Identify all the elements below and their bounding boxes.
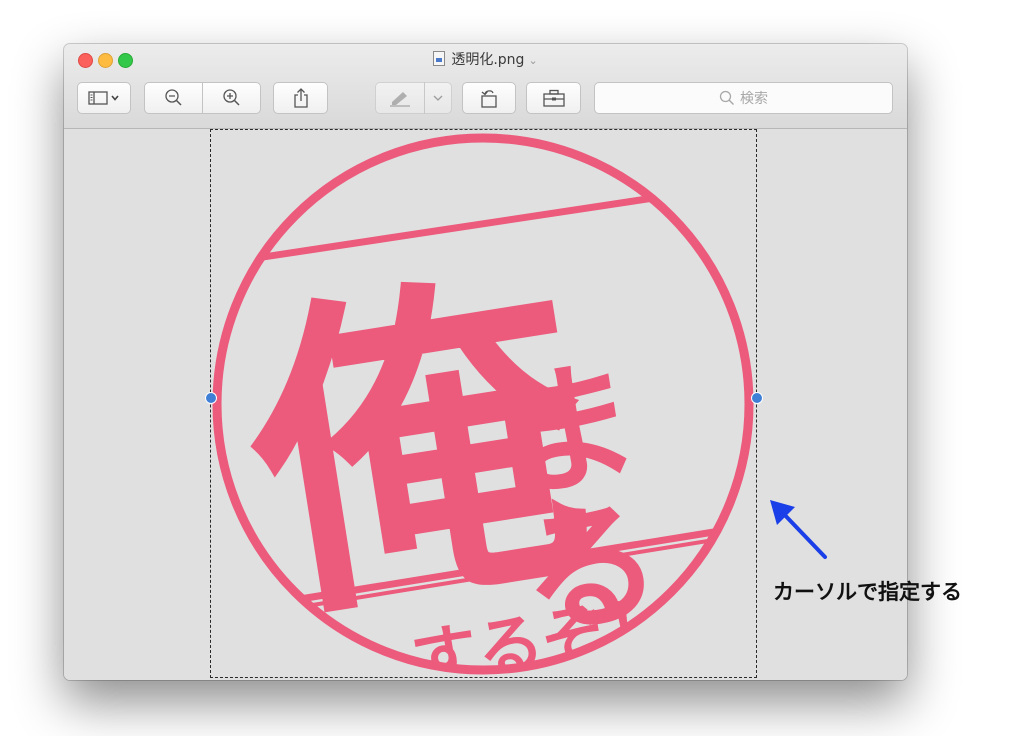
annotation-label: カーソルで指定する: [773, 580, 962, 604]
selection-handle-left[interactable]: [205, 392, 217, 404]
markup-pen-icon: [390, 92, 410, 107]
markup-button[interactable]: [375, 82, 425, 114]
zoom-in-icon: [222, 89, 240, 106]
sidebar-toggle-button[interactable]: [77, 82, 131, 114]
chevron-down-icon: [433, 95, 443, 101]
window-title-text: 透明化.png: [451, 52, 525, 68]
sidebar-icon: [88, 91, 119, 105]
document-icon: [433, 51, 446, 66]
search-placeholder: 検索: [740, 91, 768, 107]
toolbox-button[interactable]: [526, 82, 581, 114]
selection-rectangle[interactable]: [210, 129, 757, 678]
toolbox-icon: [542, 89, 565, 107]
annotation-arrow-icon: [770, 500, 827, 559]
share-button[interactable]: [273, 82, 328, 114]
rotate-icon: [481, 90, 497, 108]
titlebar: 透明化.png ⌄ 検索: [64, 44, 907, 129]
search-icon: [719, 90, 734, 105]
window-title[interactable]: 透明化.png ⌄: [64, 51, 907, 70]
share-icon: [293, 88, 308, 108]
selection-handle-right[interactable]: [751, 392, 763, 404]
zoom-out-icon: [164, 89, 182, 106]
rotate-button[interactable]: [462, 82, 516, 114]
zoom-out-button[interactable]: [144, 82, 203, 114]
markup-dropdown-button[interactable]: [424, 82, 452, 114]
chevron-down-icon: ⌄: [528, 54, 538, 67]
search-field[interactable]: 検索: [594, 82, 893, 114]
zoom-in-button[interactable]: [202, 82, 261, 114]
